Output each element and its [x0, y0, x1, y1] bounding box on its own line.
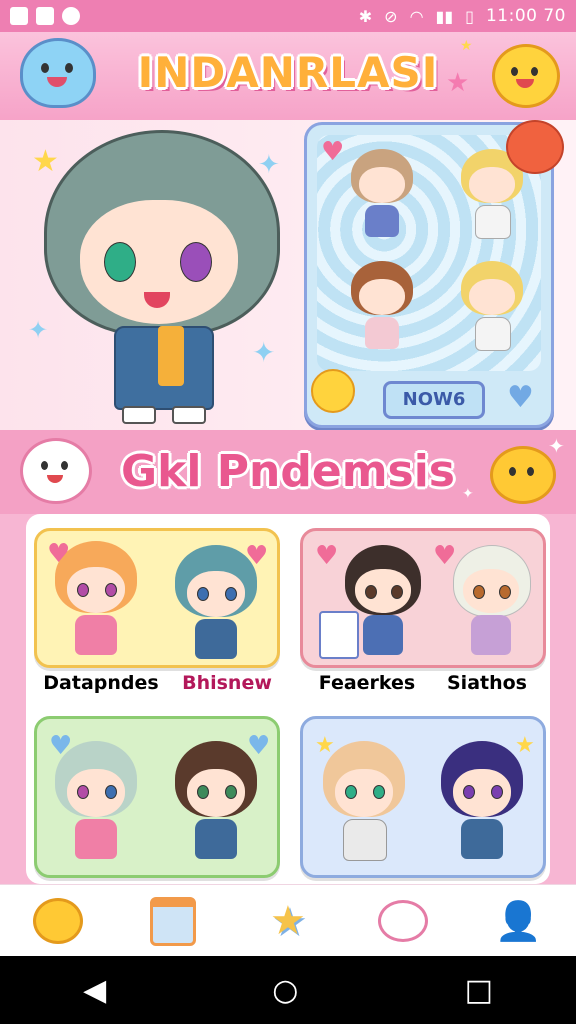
star-icon: ★	[270, 898, 306, 944]
status-bar: ✱ ⊘ ◠ ▮▮ ▯ 11:00 70	[0, 0, 576, 32]
nav-favorites[interactable]: ★	[258, 891, 318, 951]
star-icon: ★	[515, 733, 535, 758]
character-grid: ♥ ♥ Datapndes Bhisnew ♥ ♥ Feaerkes Siath…	[26, 514, 550, 884]
notification-icons	[10, 7, 80, 25]
app-header: INDANRLASI ★ ★	[0, 32, 576, 120]
profile-icon: 👤	[494, 898, 542, 943]
featured-character[interactable]	[34, 130, 284, 424]
sparkle-icon: ✦	[548, 434, 565, 458]
heart-icon: ♥	[315, 541, 339, 571]
card-character	[343, 545, 423, 665]
preview-character[interactable]	[347, 261, 417, 361]
yellow-mascot-icon[interactable]	[490, 446, 556, 504]
sparkle-icon: ✦	[252, 336, 276, 369]
card-character	[319, 741, 409, 871]
heart-icon: ♥	[245, 541, 269, 571]
red-mascot-icon[interactable]	[506, 120, 564, 174]
star-icon: ★	[446, 68, 470, 98]
sparkle-icon: ✦	[462, 486, 474, 502]
now-button[interactable]: NOW6	[383, 381, 485, 419]
nav-profile[interactable]: 👤	[488, 891, 548, 951]
notification-settings-icon	[62, 7, 80, 25]
nav-pets[interactable]	[373, 891, 433, 951]
clock: 11:00 70	[485, 6, 566, 26]
battery-icon: ▯	[465, 6, 474, 26]
star-icon: ★	[315, 733, 335, 758]
nav-calendar[interactable]	[143, 891, 203, 951]
system-indicators: ✱ ⊘ ◠ ▮▮ ▯ 11:00 70	[359, 6, 566, 26]
home-button[interactable]: ○	[272, 973, 298, 1008]
wifi-icon: ◠	[409, 6, 424, 26]
notification-app-icon	[10, 7, 28, 25]
star-icon: ★	[460, 38, 473, 54]
app-title: INDANRLASI	[137, 48, 439, 97]
yellow-mascot-icon	[311, 369, 355, 413]
heart-icon: ♥	[47, 539, 71, 569]
notification-app-icon	[36, 7, 54, 25]
card-character	[437, 741, 527, 871]
preview-character[interactable]	[347, 149, 417, 249]
card-label: Feaerkes	[318, 672, 416, 694]
heart-icon: ♥	[247, 731, 271, 761]
nav-home[interactable]	[28, 891, 88, 951]
card-character	[451, 545, 531, 665]
character-card[interactable]: ♥ ♥	[300, 528, 546, 668]
card-label: Siathos	[447, 672, 527, 694]
star-icon: ★	[32, 144, 59, 179]
character-card[interactable]: ♥ ♥	[34, 716, 280, 878]
card-label: Bhisnew	[182, 672, 272, 694]
signal-icon: ▮▮	[435, 6, 454, 26]
heart-icon: ♥	[321, 137, 345, 167]
character-card[interactable]: ♥ ♥	[34, 528, 280, 668]
recents-button[interactable]: □	[465, 973, 493, 1008]
preview-gallery: ♥	[317, 135, 541, 371]
sparkle-icon: ✦	[28, 316, 49, 344]
character-card[interactable]: ★ ★	[300, 716, 546, 878]
calendar-icon	[149, 896, 196, 946]
back-button[interactable]: ◀	[83, 973, 106, 1008]
preview-character[interactable]	[457, 261, 527, 361]
bunny-icon	[378, 900, 429, 942]
heart-icon: ♥	[433, 541, 457, 571]
bluetooth-icon: ✱	[358, 6, 373, 26]
sun-mascot-icon	[32, 898, 83, 944]
heart-icon: ♥	[49, 731, 73, 761]
system-nav-bar: ◀ ○ □	[0, 956, 576, 1024]
mute-icon: ⊘	[384, 6, 398, 26]
section-header: Gkl Pndemsis ✦ ✦	[0, 430, 576, 514]
favorite-heart-icon[interactable]: ♥	[507, 383, 534, 413]
yellow-mascot-icon[interactable]	[492, 44, 560, 108]
sparkle-icon: ✦	[258, 150, 280, 180]
card-label: Datapndes	[43, 672, 159, 694]
bottom-nav: ★ 👤	[0, 884, 576, 957]
